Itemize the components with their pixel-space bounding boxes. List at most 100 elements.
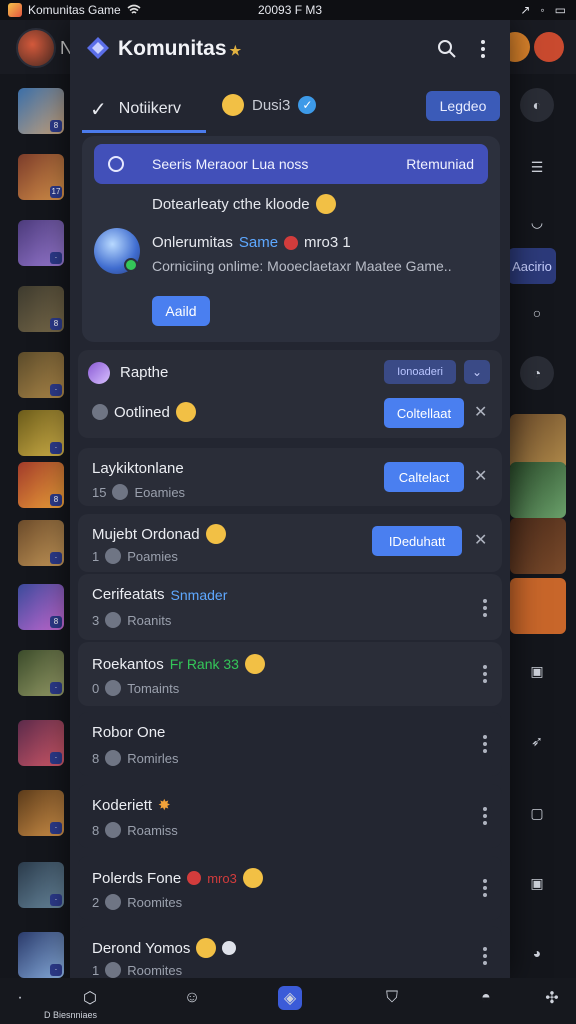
arrow-icon[interactable]: ➶ xyxy=(520,724,554,758)
game-thumbnail[interactable]: · xyxy=(18,520,64,566)
game-thumbnail[interactable]: · xyxy=(18,352,64,398)
more-options-icon[interactable] xyxy=(482,662,488,684)
level-badge: · xyxy=(50,384,62,396)
item-sub: 1 Poamies xyxy=(92,548,178,564)
item-name: Koderiett ✸ xyxy=(92,796,171,815)
check-icon: ✓ xyxy=(90,98,107,121)
more-options-icon[interactable] xyxy=(482,732,488,754)
more-options-icon[interactable] xyxy=(482,596,488,618)
level-badge: · xyxy=(50,822,62,834)
settings-icon[interactable]: ◐ xyxy=(520,88,554,122)
status-time: 20093 F M3 xyxy=(258,3,323,17)
avatar[interactable] xyxy=(16,28,56,68)
item-name: Rapthe xyxy=(120,364,169,381)
item-tag: Fr Rank 33 xyxy=(169,656,239,672)
game-thumbnail[interactable]: · xyxy=(18,650,64,696)
game-thumbnail[interactable]: 17 xyxy=(18,154,64,200)
check-icon xyxy=(105,750,122,766)
more-options-icon[interactable] xyxy=(482,876,488,898)
panel-title: Komunitas ★ xyxy=(118,37,241,61)
more-options-icon[interactable] xyxy=(476,38,490,60)
game-thumbnail[interactable]: · xyxy=(18,862,64,908)
tab-user[interactable]: Dusi3 ✓ xyxy=(222,94,317,116)
check-icon xyxy=(105,548,122,564)
wifi-icon: ◦ xyxy=(540,3,545,17)
chat-icon[interactable]: ◔ xyxy=(520,356,554,390)
shield-icon[interactable]: ⛉ xyxy=(380,986,404,1010)
settings-icon[interactable]: ✣ xyxy=(540,986,564,1010)
online-title: Onlerumitas xyxy=(152,234,233,251)
friends-icon[interactable]: ☺ xyxy=(180,986,204,1010)
close-icon[interactable]: ✕ xyxy=(474,530,487,550)
list-item[interactable]: Mujebt Ordonad 1 Poamies IDeduhatt ✕ xyxy=(78,514,502,572)
community-avatar[interactable] xyxy=(94,228,140,274)
game-thumbnail[interactable]: 8 xyxy=(18,88,64,134)
level-badge: 8 xyxy=(50,494,62,506)
list-item[interactable]: Koderiett ✸ 8 Roamiss xyxy=(78,784,502,848)
game-thumbnail[interactable]: · xyxy=(18,720,64,766)
item-sub-text: Romirles xyxy=(127,750,179,766)
game-thumbnail[interactable]: 8 xyxy=(18,286,64,332)
message-icon[interactable]: ▢ xyxy=(520,796,554,830)
list-item[interactable]: Cerifeatats Snmader 3 Roanits xyxy=(78,574,502,640)
circle-icon: ○ xyxy=(532,305,542,321)
item-sub: 2 Roomites xyxy=(92,894,182,910)
game-thumbnail[interactable] xyxy=(510,462,566,518)
item-sub: 1 Roomites xyxy=(92,962,182,978)
item-sub: 0 Tomaints xyxy=(92,680,179,696)
avatar[interactable] xyxy=(534,32,564,62)
item-tag: Snmader xyxy=(170,586,228,603)
action-button[interactable]: IDeduhatt xyxy=(372,526,462,556)
game-thumbnail[interactable] xyxy=(510,518,566,574)
game-thumbnail[interactable]: 8 xyxy=(18,462,64,508)
item-count: 8 xyxy=(92,822,100,838)
game-thumbnail[interactable]: · xyxy=(18,932,64,978)
close-icon[interactable]: ✕ xyxy=(474,402,487,422)
list-icon[interactable]: ☰ xyxy=(520,150,554,184)
more-options-icon[interactable] xyxy=(482,804,488,826)
controller-icon[interactable]: ◓ xyxy=(474,986,498,1010)
item-tag: mro3 xyxy=(207,870,237,886)
list-item[interactable]: Robor One 8 Romirles xyxy=(78,712,502,776)
banner-action[interactable]: Rtemuniad xyxy=(406,156,474,172)
legend-button[interactable]: Legdeo xyxy=(426,91,500,121)
game-thumbnail[interactable] xyxy=(510,578,566,634)
list-item[interactable]: Polerds Fone mro3 2 Roomites xyxy=(78,856,502,920)
notification-banner[interactable]: Seeris Meraoor Lua noss Rtemuniad xyxy=(94,144,488,184)
item-name: Mujebt Ordonad xyxy=(92,524,226,544)
bottom-navigation: · ⬡ D Biesnniaes ☺ ◈ ⛉ ◓ ✣ xyxy=(0,978,576,1024)
radio-icon[interactable] xyxy=(108,156,124,172)
signal-icon: ↗ xyxy=(520,3,531,17)
chat-icon[interactable]: ◕ xyxy=(520,936,554,970)
chevron-down-icon[interactable]: ⌄ xyxy=(464,360,490,384)
game-thumbnail[interactable]: · xyxy=(18,790,64,836)
list-item[interactable]: Derond Yomos 1 Roomites xyxy=(78,926,502,986)
add-button[interactable]: Aaild xyxy=(152,296,210,326)
more-options-icon[interactable] xyxy=(482,944,488,966)
community-panel: Komunitas ★ ✓ Notiikerv Dusi3 ✓ Legdeo Seer… xyxy=(70,20,510,986)
item-count: 8 xyxy=(92,750,100,766)
game-thumbnail[interactable]: · xyxy=(18,410,64,456)
item-status: Ootlined xyxy=(92,402,196,422)
level-badge: · xyxy=(50,552,62,564)
close-icon[interactable]: ✕ xyxy=(474,466,487,486)
search-icon[interactable] xyxy=(436,38,458,60)
item-status-text: Ootlined xyxy=(114,403,170,421)
calendar-icon[interactable]: ▣ xyxy=(520,654,554,688)
tab-notifications[interactable]: ✓ Notiikerv xyxy=(82,88,206,133)
contact-button[interactable]: Coltellaat xyxy=(384,398,464,428)
list-item[interactable]: Roekantos Fr Rank 33 0 Tomaints xyxy=(78,642,502,706)
smile-emoji-icon xyxy=(242,868,263,888)
item-name-text: Roekantos xyxy=(92,655,164,673)
side-label[interactable]: Aacirio xyxy=(508,248,556,284)
level-badge: · xyxy=(50,682,62,694)
community-icon[interactable]: ◈ xyxy=(278,986,302,1010)
game-thumbnail[interactable]: · xyxy=(18,220,64,266)
list-item[interactable]: Rapthe Ionoaderi ⌄ Ootlined Coltellaat ✕ xyxy=(78,350,502,438)
calendar-icon[interactable]: ▣ xyxy=(520,866,554,900)
home-icon[interactable]: ⬡ xyxy=(78,986,102,1010)
game-thumbnail[interactable]: 8 xyxy=(18,584,64,630)
menu-icon[interactable]: · xyxy=(8,986,32,1010)
contact-button[interactable]: Caltelact xyxy=(384,462,464,492)
list-item[interactable]: Laykiktonlane 15 Eoamies Caltelact ✕ xyxy=(78,448,502,506)
